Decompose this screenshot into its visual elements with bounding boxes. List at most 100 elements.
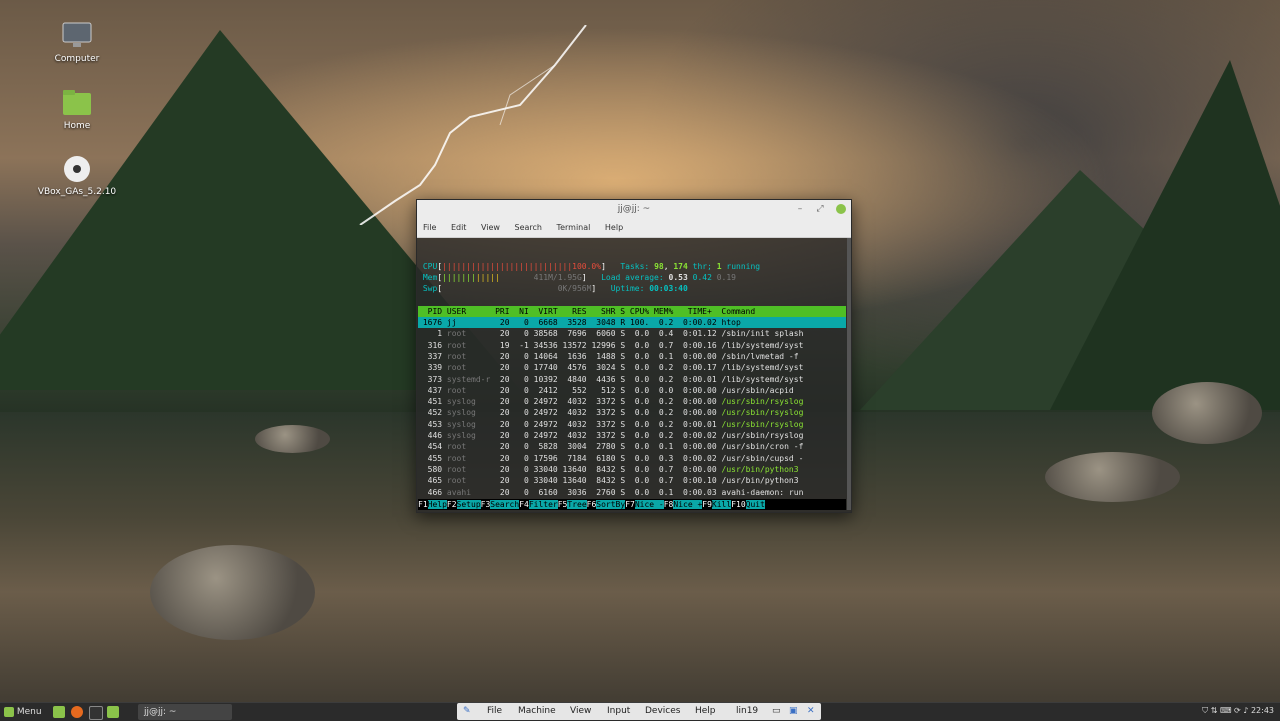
fkey-f1[interactable]: F1Help [418,500,447,509]
vbox-menu-machine[interactable]: Machine [518,703,556,720]
process-row[interactable]: 454 root 20 0 5828 3004 2780 S 0.0 0.1 0… [418,441,846,452]
load2: 0.42 [692,272,712,282]
computer-icon [62,22,92,47]
network-icon[interactable]: ⇅ [1211,706,1218,715]
fkey-f8[interactable]: F8Nice + [664,500,703,509]
process-row[interactable]: 455 root 20 0 17596 7184 6180 S 0.0 0.3 … [418,453,846,464]
fkey-f10[interactable]: F10Quit [731,500,765,509]
process-row[interactable]: 465 root 20 0 33040 13640 8432 S 0.0 0.7… [418,475,846,486]
fkey-f3[interactable]: F3Search [481,500,520,509]
computer-icon-label: Computer [54,54,100,64]
mint-logo-icon [4,706,14,717]
home-icon-label: Home [63,121,91,131]
fkey-f5[interactable]: F5Tree [558,500,587,509]
process-row[interactable]: 446 syslog 20 0 24972 4032 3372 S 0.0 0.… [418,430,846,441]
terminal-window[interactable]: jj@jj: ~ – ⤢ File Edit View Search Termi… [416,199,852,513]
virtualbox-menubar: ✎ File Machine View Input Devices Help l… [457,703,821,720]
terminal-titlebar[interactable]: jj@jj: ~ – ⤢ [417,200,851,218]
vbox-close-icon[interactable]: ✕ [807,703,815,720]
process-row[interactable]: 373 systemd-r 20 0 10392 4840 4436 S 0.0… [418,374,846,385]
uptime-value: 00:03:40 [649,284,688,294]
process-row[interactable]: 452 syslog 20 0 24972 4032 3372 S 0.0 0.… [418,407,846,418]
vbox-menu-input[interactable]: Input [607,703,630,720]
process-row[interactable]: 337 root 20 0 14064 1636 1488 S 0.0 0.1 … [418,351,846,362]
process-row[interactable]: 580 root 20 0 33040 13640 8432 S 0.0 0.7… [418,464,846,475]
clock[interactable]: 22:43 [1251,706,1274,715]
keyboard-icon[interactable]: ⌨ [1220,706,1232,715]
vbox-menu-view[interactable]: View [570,703,591,720]
volume-icon[interactable]: ♪ [1243,706,1248,715]
menu-edit[interactable]: Edit [451,223,467,232]
close-icon[interactable] [836,204,846,214]
mountain-far-right [1050,60,1280,410]
menu-view[interactable]: View [481,223,500,232]
process-row[interactable]: 1 root 20 0 38568 7696 6060 S 0.0 0.4 0:… [418,328,846,339]
process-row[interactable]: 437 root 20 0 2412 552 512 S 0.0 0.0 0:0… [418,385,846,396]
taskbar-task-label: jj@jj: ~ [144,707,177,717]
rock-small [255,425,330,453]
menu-terminal[interactable]: Terminal [557,223,591,232]
vbox-menu-help[interactable]: Help [695,703,716,720]
fkey-f7[interactable]: F7Nice - [625,500,664,509]
htop-function-keys: F1HelpF2SetupF3SearchF4FilterF5TreeF6Sor… [418,499,846,510]
computer-desktop-icon[interactable]: Computer [37,22,117,64]
disc-icon [64,156,90,182]
vbox-menu-file[interactable]: File [487,703,502,720]
edit-pencil-icon[interactable]: ✎ [463,703,471,720]
fullscreen-icon[interactable]: ▣ [789,703,798,720]
process-row[interactable]: 339 root 20 0 17740 4576 3024 S 0.0 0.2 … [418,362,846,373]
menu-button-label: Menu [16,707,42,717]
show-desktop-icon[interactable] [53,706,65,718]
swp-label: Swp [422,284,438,294]
updates-icon[interactable]: ⟳ [1234,706,1241,715]
thr-count: 174 [673,261,688,271]
mem-meter: Mem[|||||||||||| 411M/1.95G] Load averag… [422,272,736,282]
menu-help[interactable]: Help [605,223,623,232]
process-row[interactable]: 453 syslog 20 0 24972 4032 3372 S 0.0 0.… [418,419,846,430]
htop-screen[interactable]: CPU[|||||||||||||||||||||||||||100.0%] T… [418,238,846,510]
terminal-menubar: File Edit View Search Terminal Help [417,218,851,238]
minimize-icon[interactable]: – [795,204,805,214]
system-tray: ⛉ ⇅ ⌨ ⟳ ♪ 22:43 [1202,702,1274,720]
thr-label: thr; [692,261,712,271]
load1: 0.53 [668,272,688,282]
running-label: running [726,261,761,271]
fkey-f2[interactable]: F2Setup [447,500,481,509]
rock-right [1045,452,1180,502]
lightning-bolt [359,25,587,225]
uptime-label: Uptime: [610,284,645,294]
menu-file[interactable]: File [423,223,436,232]
rock-far-right [1152,382,1262,444]
terminal-launcher-icon[interactable] [89,706,103,720]
files-launcher-icon[interactable] [107,706,119,718]
vm-name: lin19 [736,706,759,716]
fkey-f6[interactable]: F6SortBy [587,500,626,509]
running-count: 1 [716,261,722,271]
vbox-disc-desktop-icon[interactable]: VBox_GAs_5.2.10 [37,155,117,197]
load-label: Load average: [601,272,664,282]
maximize-icon[interactable]: ⤢ [815,204,825,214]
restore-icon[interactable]: ▭ [772,703,781,720]
fkey-f4[interactable]: F4Filter [519,500,558,509]
process-row[interactable]: 466 avahi 20 0 6160 3036 2760 S 0.0 0.1 … [418,487,846,498]
fkey-f9[interactable]: F9Kill [702,500,732,509]
cpu-label: CPU [422,261,438,271]
process-table-header[interactable]: PID USER PRI NI VIRT RES SHR S CPU% MEM%… [418,305,846,318]
process-row[interactable]: 451 syslog 20 0 24972 4032 3372 S 0.0 0.… [418,396,846,407]
menu-button[interactable]: Menu [4,705,42,719]
swp-value: 0K/956M [557,284,592,294]
shield-icon[interactable]: ⛉ [1202,706,1208,715]
terminal-scrollbar[interactable] [847,238,851,510]
taskbar-terminal-task[interactable]: jj@jj: ~ [138,704,232,720]
cpu-meter: CPU[|||||||||||||||||||||||||||100.0%] T… [422,261,761,271]
home-desktop-icon[interactable]: Home [37,89,117,131]
vbox-menu-devices[interactable]: Devices [645,703,680,720]
home-folder-icon [63,90,91,115]
firefox-icon[interactable] [71,706,83,718]
process-row[interactable]: 1676 jj 20 0 6668 3528 3048 R 100. 0.2 0… [418,317,846,329]
menu-search[interactable]: Search [515,223,542,232]
tasks-count: 98 [654,261,664,271]
vbox-icon-label: VBox_GAs_5.2.10 [37,187,117,197]
mem-label: Mem [422,272,438,282]
process-row[interactable]: 316 root 19 -1 34536 13572 12996 S 0.0 0… [418,340,846,351]
